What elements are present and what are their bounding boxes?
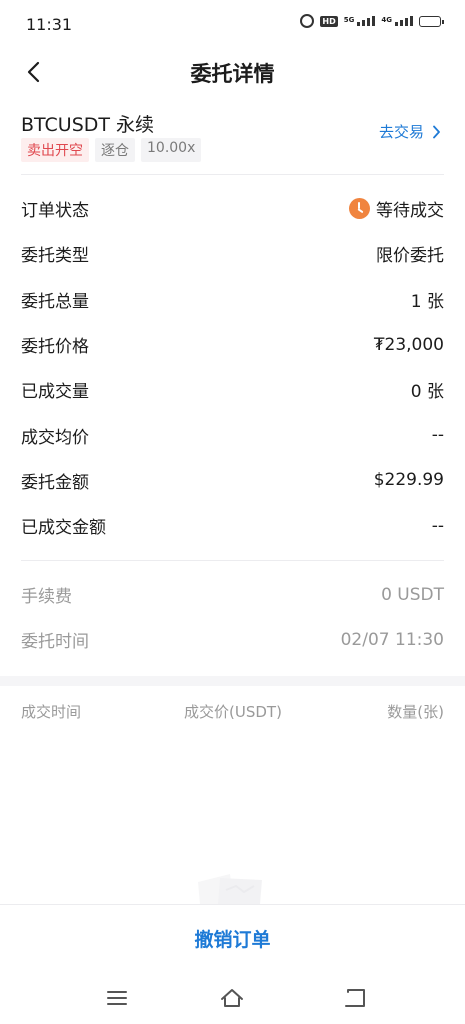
detail-row-amount: 委托金额 $229.99	[0, 458, 465, 503]
home-icon[interactable]	[219, 986, 245, 1010]
detail-value: 0 张	[410, 382, 444, 403]
detail-label: 委托总量	[21, 291, 89, 312]
cancel-order-button[interactable]: 撤销订单	[0, 925, 465, 952]
battery-icon	[419, 15, 444, 27]
signal-4g-label: 4G	[381, 16, 392, 24]
signal-5g-label: 5G	[343, 16, 355, 24]
chevron-right-icon	[433, 125, 440, 138]
page-title: 委托详情	[190, 62, 275, 86]
detail-label: 委托金额	[21, 472, 89, 493]
section-separator	[0, 676, 465, 686]
detail-label: 委托价格	[21, 337, 89, 358]
signal-5g-icon: 5G	[344, 16, 376, 26]
clock-icon	[349, 198, 370, 220]
trade-table-header: 成交时间 成交价(USDT) 数量(张)	[0, 686, 465, 734]
detail-label: 委托类型	[21, 246, 89, 267]
back-nav-icon[interactable]	[342, 986, 368, 1010]
bottom-action-bar: 撤销订单	[0, 904, 465, 972]
alarm-icon	[300, 14, 315, 28]
fee-details: 手续费 0 USDT 委托时间 02/07 11:30	[0, 572, 465, 663]
contract-name: BTCUSDT 永续	[21, 114, 155, 136]
signal-4g-icon: 4G	[381, 16, 413, 26]
empty-state-icon	[198, 874, 262, 904]
detail-label: 委托时间	[21, 632, 89, 653]
divider	[21, 174, 444, 175]
hd-icon: HD	[320, 15, 338, 27]
detail-row-filled-qty: 已成交量 0 张	[0, 367, 465, 412]
column-header-time: 成交时间	[21, 703, 82, 721]
detail-value: --	[431, 425, 444, 446]
leverage-tag: 10.00x	[141, 138, 202, 162]
detail-row-avg-price: 成交均价 --	[0, 412, 465, 457]
contract-info: BTCUSDT 永续 卖出开空 逐仓 10.00x 去交易	[0, 104, 465, 176]
detail-value: 0 USDT	[381, 584, 444, 605]
go-trade-link[interactable]: 去交易	[379, 121, 441, 142]
go-trade-label: 去交易	[378, 123, 424, 141]
detail-value: 1 张	[410, 291, 444, 312]
margin-mode-tag: 逐仓	[95, 138, 135, 162]
status-value: 等待成交	[376, 201, 444, 222]
detail-row-filled-amount: 已成交金额 --	[0, 503, 465, 548]
order-details: 订单状态 等待成交 委托类型 限价委托 委托总量 1 张 委托价格 ₮23,00…	[0, 186, 465, 548]
divider	[21, 560, 444, 561]
status-icons: HD 5G 4G	[300, 14, 444, 28]
header: 委托详情	[0, 48, 465, 96]
column-header-qty: 数量(张)	[387, 703, 444, 721]
detail-label: 手续费	[21, 587, 72, 608]
detail-value: 等待成交	[349, 196, 444, 221]
detail-row-fee: 手续费 0 USDT	[0, 572, 465, 617]
detail-label: 已成交金额	[21, 518, 106, 539]
detail-row-price: 委托价格 ₮23,000	[0, 322, 465, 367]
detail-row-total-qty: 委托总量 1 张	[0, 277, 465, 322]
detail-value: $229.99	[373, 470, 444, 491]
column-header-price: 成交价(USDT)	[184, 703, 282, 721]
detail-label: 成交均价	[21, 427, 89, 448]
detail-label: 订单状态	[21, 201, 89, 222]
status-bar: 11:31 HD 5G 4G	[0, 0, 465, 48]
system-nav-bar	[0, 972, 465, 1024]
status-time: 11:31	[26, 15, 73, 34]
menu-icon[interactable]	[104, 986, 130, 1010]
detail-value: 限价委托	[376, 246, 444, 267]
detail-row-type: 委托类型 限价委托	[0, 231, 465, 276]
side-tag: 卖出开空	[21, 138, 89, 162]
detail-value: --	[431, 515, 444, 536]
detail-value: 02/07 11:30	[340, 629, 444, 650]
contract-tags: 卖出开空 逐仓 10.00x	[21, 138, 202, 162]
detail-row-time: 委托时间 02/07 11:30	[0, 617, 465, 662]
detail-value: ₮23,000	[373, 334, 444, 355]
detail-row-status: 订单状态 等待成交	[0, 186, 465, 231]
detail-label: 已成交量	[21, 382, 89, 403]
